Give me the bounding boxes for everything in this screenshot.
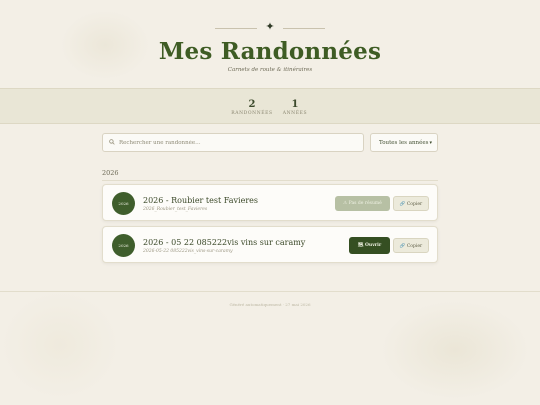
stat-years: 1 ANNÉES [270, 99, 320, 116]
year-group-heading: 2026 [102, 169, 119, 177]
search-input[interactable] [119, 137, 359, 149]
footer-divider [0, 291, 540, 292]
hike-card[interactable]: 2026 2026 - Roubier test Favieres 2026_R… [102, 184, 438, 221]
no-summary-button: ⚠ Pas de résumé [335, 196, 390, 211]
hike-filename: 2026-05-22 085222vis_vins-sur-caramy [143, 249, 233, 254]
ornament-line [215, 28, 257, 29]
year-badge: 2026 [112, 234, 135, 257]
divider [102, 180, 438, 181]
hike-card[interactable]: 2026 2026 - 05 22 085222vis vins sur car… [102, 226, 438, 263]
hike-filename: 2026_Roubier_test_Favieres [143, 207, 208, 212]
search-icon [109, 139, 115, 147]
hike-title: 2026 - Roubier test Favieres [143, 196, 258, 205]
hike-title: 2026 - 05 22 085222vis vins sur caramy [143, 238, 306, 247]
page-subtitle: Carnets de route & itinéraires [227, 67, 313, 73]
open-button[interactable]: 🗺 Ouvrir [349, 237, 390, 254]
chevron-down-icon: ▾ [429, 140, 432, 146]
page-header: ✦ Mes Randonnées Carnets de route & itin… [0, 0, 540, 88]
year-filter-select[interactable]: Toutes les années ▾ [370, 133, 438, 152]
year-badge: 2026 [112, 192, 135, 215]
star-icon: ✦ [265, 20, 275, 33]
copy-link-button[interactable]: 🔗 Copier [393, 196, 429, 211]
year-filter-value: Toutes les années [379, 140, 429, 146]
stats-band: 2 RANDONNÉES 1 ANNÉES [0, 88, 540, 124]
copy-link-button[interactable]: 🔗 Copier [393, 238, 429, 253]
page-title: Mes Randonnées [158, 38, 382, 65]
stat-value: 1 [291, 99, 299, 110]
footer-text: Généré automatiquement · 27 mai 2026 [229, 302, 311, 307]
ornament-line [283, 28, 325, 29]
background-glow [380, 300, 530, 400]
header-ornament: ✦ [215, 20, 325, 34]
stat-label: ANNÉES [282, 111, 308, 116]
search-box[interactable] [102, 133, 364, 152]
